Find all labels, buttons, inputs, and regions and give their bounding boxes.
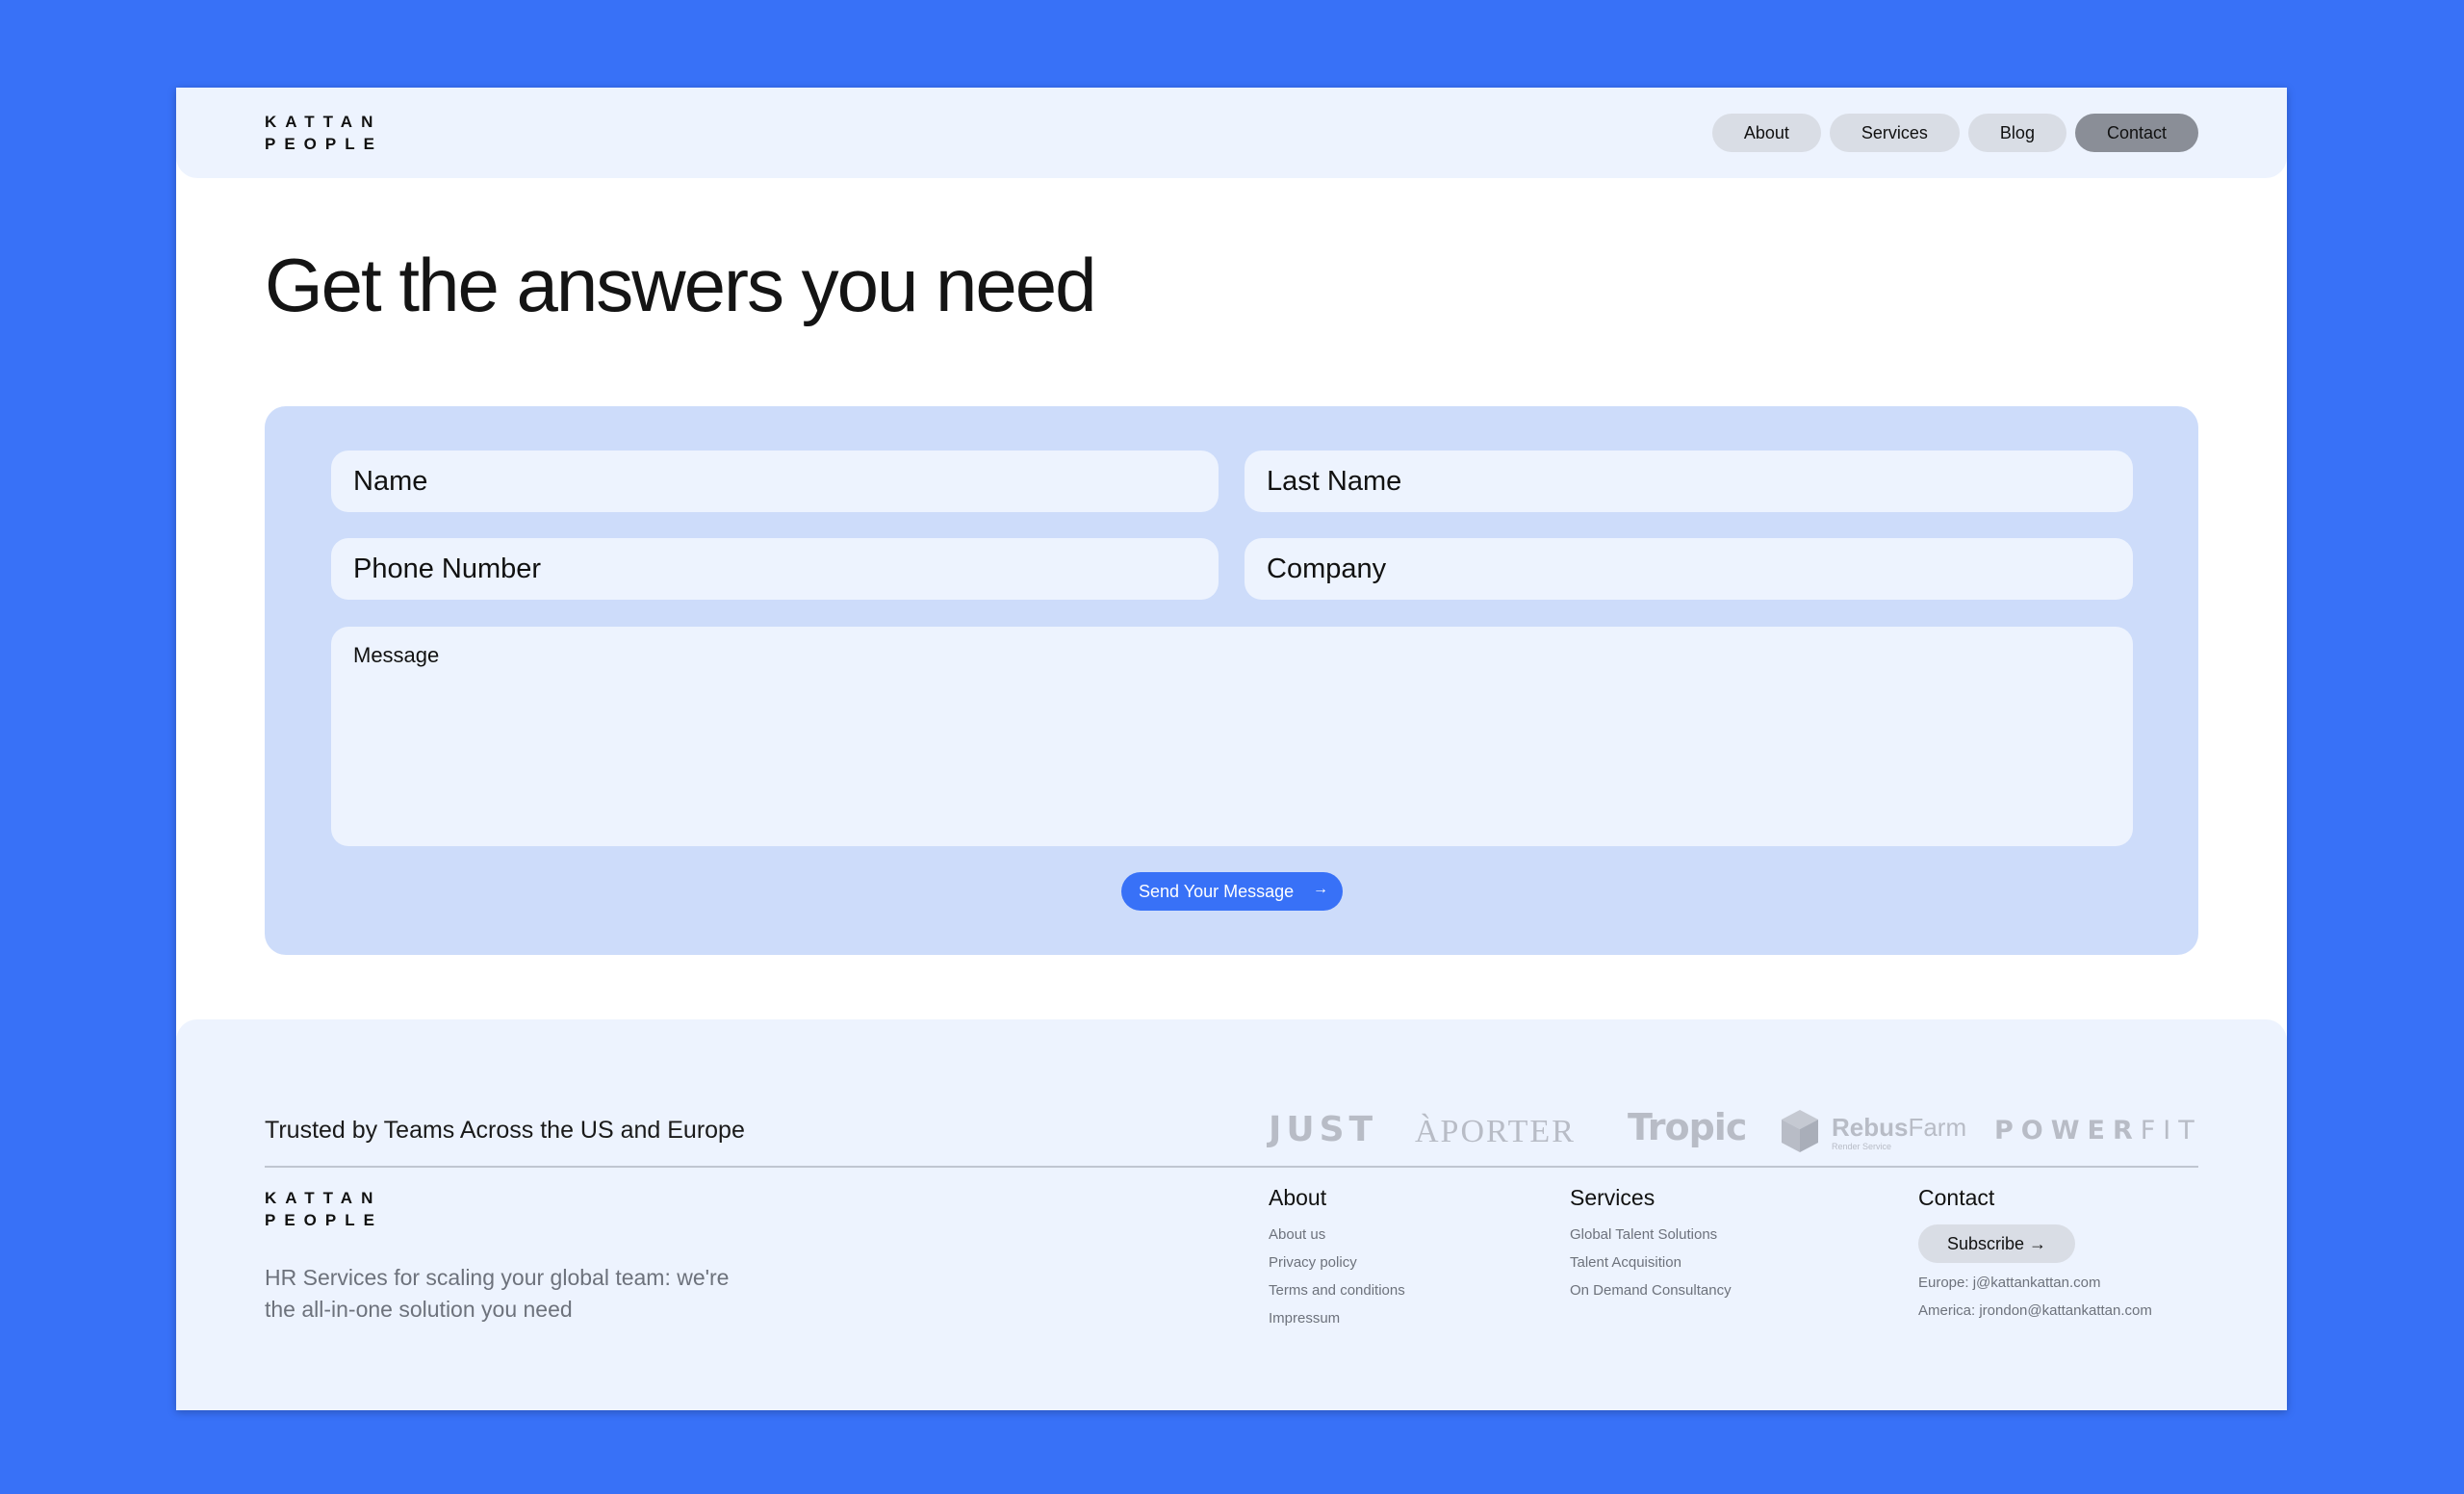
logo-powerfit: POWERFIT — [1994, 1116, 2202, 1146]
footer-about-column: About About us Privacy policy Terms and … — [1269, 1185, 1405, 1338]
footer-logo-line-2: PEOPLE — [265, 1211, 383, 1229]
phone-input[interactable]: Phone Number — [331, 538, 1219, 600]
footer-link-terms[interactable]: Terms and conditions — [1269, 1282, 1405, 1299]
nav-blog[interactable]: Blog — [1967, 114, 2066, 152]
site-header: KATTAN PEOPLE About Services Blog Contac… — [176, 88, 2287, 178]
footer-logo[interactable]: KATTAN PEOPLE — [265, 1187, 383, 1231]
footer-about-heading: About — [1269, 1185, 1327, 1210]
send-message-button[interactable]: Send Your Message → — [1121, 872, 1343, 911]
rebus-text: Rebus — [1832, 1113, 1909, 1142]
footer-link-privacy[interactable]: Privacy policy — [1269, 1254, 1405, 1271]
arrow-right-icon: → — [1313, 881, 1328, 897]
footer-link-talent-acquisition[interactable]: Talent Acquisition — [1570, 1254, 1732, 1271]
contact-form: Name Last Name Phone Number Company Mess… — [265, 406, 2198, 955]
footer-link-impressum[interactable]: Impressum — [1269, 1310, 1405, 1327]
page-title: Get the answers you need — [265, 243, 1097, 327]
contact-america-email[interactable]: America: jrondon@kattankattan.com — [1918, 1302, 2152, 1319]
footer-logo-line-1: KATTAN — [265, 1189, 382, 1207]
nav-about[interactable]: About — [1711, 114, 1821, 152]
main-nav: About Services Blog Contact — [1711, 114, 2198, 152]
header-logo[interactable]: KATTAN PEOPLE — [265, 111, 383, 155]
contact-europe-email[interactable]: Europe: j@kattankattan.com — [1918, 1275, 2152, 1291]
client-logos: JUST ÀPORTER Tropic RebusFarm Render Ser… — [1269, 1106, 2202, 1154]
rebusfarm-wordmark: RebusFarm — [1832, 1113, 1966, 1143]
cube-icon — [1782, 1110, 1818, 1152]
logo-line-1: KATTAN — [265, 113, 382, 131]
footer-services-heading: Services — [1570, 1185, 1656, 1210]
logo-just: JUST — [1269, 1110, 1378, 1149]
rebusfarm-subtitle: Render Service — [1832, 1142, 1892, 1151]
subscribe-button[interactable]: Subscribe → — [1918, 1224, 2076, 1263]
trusted-heading: Trusted by Teams Across the US and Europ… — [265, 1117, 745, 1144]
footer-services-column: Services Global Talent Solutions Talent … — [1570, 1185, 1732, 1310]
footer-contact-heading: Contact — [1918, 1185, 1995, 1210]
last-name-input[interactable]: Last Name — [1245, 451, 2133, 512]
logo-line-2: PEOPLE — [265, 135, 383, 153]
nav-contact[interactable]: Contact — [2074, 114, 2198, 152]
footer-divider — [265, 1166, 2198, 1168]
footer-link-about-us[interactable]: About us — [1269, 1226, 1405, 1243]
browser-window: KATTAN PEOPLE About Services Blog Contac… — [176, 88, 2287, 1410]
site-footer: Trusted by Teams Across the US and Europ… — [176, 1019, 2287, 1410]
footer-contact-column: Contact Subscribe → Europe: j@kattankatt… — [1918, 1185, 2152, 1330]
send-message-label: Send Your Message — [1139, 881, 1295, 901]
footer-tagline: HR Services for scaling your global team… — [265, 1265, 730, 1322]
footer-link-on-demand[interactable]: On Demand Consultancy — [1570, 1282, 1732, 1299]
logo-tropic: Tropic — [1628, 1106, 1747, 1148]
power-text: POWER — [1994, 1116, 2141, 1146]
company-input[interactable]: Company — [1245, 538, 2133, 600]
nav-services[interactable]: Services — [1829, 114, 1960, 152]
logo-aporter: ÀPORTER — [1415, 1114, 1576, 1149]
name-input[interactable]: Name — [331, 451, 1219, 512]
logo-rebusfarm: RebusFarm Render Service — [1780, 1106, 1972, 1154]
fit-text: FIT — [2140, 1116, 2202, 1146]
footer-link-global-talent[interactable]: Global Talent Solutions — [1570, 1226, 1732, 1243]
farm-text: Farm — [1908, 1113, 1967, 1142]
message-textarea[interactable]: Message — [331, 627, 2133, 846]
